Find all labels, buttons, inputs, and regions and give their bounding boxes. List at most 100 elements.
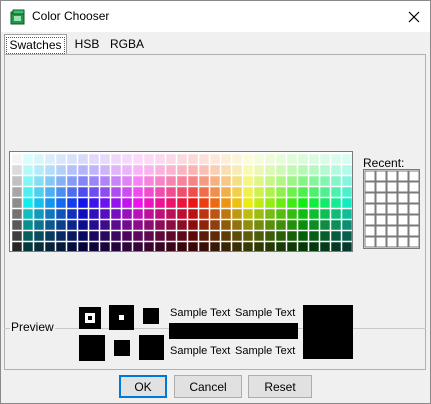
- swatch-cell[interactable]: [264, 197, 276, 209]
- swatch-cell[interactable]: [132, 175, 144, 187]
- swatch-cell[interactable]: [132, 230, 144, 242]
- swatch-cell[interactable]: [198, 208, 210, 220]
- swatch-cell[interactable]: [11, 164, 23, 176]
- swatch-cell[interactable]: [66, 241, 78, 252]
- swatch-cell[interactable]: [143, 153, 155, 165]
- swatch-cell[interactable]: [253, 153, 265, 165]
- recent-swatch-cell[interactable]: [375, 170, 387, 182]
- swatch-cell[interactable]: [99, 175, 111, 187]
- cancel-button[interactable]: Cancel: [174, 375, 242, 398]
- swatch-cell[interactable]: [33, 186, 45, 198]
- swatch-cell[interactable]: [286, 186, 298, 198]
- swatch-cell[interactable]: [308, 153, 320, 165]
- swatch-cell[interactable]: [308, 175, 320, 187]
- swatch-cell[interactable]: [330, 175, 342, 187]
- swatch-cell[interactable]: [55, 241, 67, 252]
- swatch-cell[interactable]: [88, 153, 100, 165]
- swatch-cell[interactable]: [33, 164, 45, 176]
- swatch-cell[interactable]: [242, 197, 254, 209]
- swatch-cell[interactable]: [198, 197, 210, 209]
- swatch-cell[interactable]: [220, 175, 232, 187]
- swatch-cell[interactable]: [143, 219, 155, 231]
- swatch-cell[interactable]: [275, 175, 287, 187]
- swatch-cell[interactable]: [330, 186, 342, 198]
- swatch-cell[interactable]: [132, 208, 144, 220]
- swatch-cell[interactable]: [121, 175, 133, 187]
- swatch-cell[interactable]: [154, 219, 166, 231]
- swatch-cell[interactable]: [275, 241, 287, 252]
- swatch-cell[interactable]: [319, 175, 331, 187]
- swatch-cell[interactable]: [209, 219, 221, 231]
- swatch-cell[interactable]: [143, 241, 155, 252]
- swatch-cell[interactable]: [319, 219, 331, 231]
- swatch-cell[interactable]: [110, 208, 122, 220]
- swatch-cell[interactable]: [11, 208, 23, 220]
- swatch-cell[interactable]: [66, 197, 78, 209]
- swatch-cell[interactable]: [55, 164, 67, 176]
- swatch-cell[interactable]: [330, 230, 342, 242]
- swatch-cell[interactable]: [242, 164, 254, 176]
- swatch-cell[interactable]: [253, 186, 265, 198]
- recent-swatch-cell[interactable]: [375, 225, 387, 237]
- swatch-cell[interactable]: [275, 230, 287, 242]
- swatch-cell[interactable]: [187, 175, 199, 187]
- ok-button[interactable]: OK: [119, 375, 167, 398]
- swatch-cell[interactable]: [275, 164, 287, 176]
- swatch-cell[interactable]: [308, 208, 320, 220]
- swatch-cell[interactable]: [341, 164, 352, 176]
- swatch-cell[interactable]: [44, 153, 56, 165]
- swatch-cell[interactable]: [198, 219, 210, 231]
- swatch-cell[interactable]: [308, 241, 320, 252]
- swatch-cell[interactable]: [22, 153, 34, 165]
- swatch-cell[interactable]: [132, 186, 144, 198]
- swatch-cell[interactable]: [132, 153, 144, 165]
- recent-swatch-grid[interactable]: [363, 169, 420, 249]
- recent-swatch-cell[interactable]: [408, 181, 419, 193]
- swatch-cell[interactable]: [330, 208, 342, 220]
- swatch-cell[interactable]: [154, 175, 166, 187]
- tab-hsb[interactable]: HSB: [69, 35, 105, 54]
- recent-swatch-cell[interactable]: [364, 181, 376, 193]
- swatch-cell[interactable]: [231, 186, 243, 198]
- swatch-cell[interactable]: [297, 186, 309, 198]
- swatch-cell[interactable]: [176, 208, 188, 220]
- swatch-cell[interactable]: [99, 164, 111, 176]
- swatch-cell[interactable]: [44, 197, 56, 209]
- close-button[interactable]: [398, 1, 430, 32]
- recent-swatch-cell[interactable]: [386, 203, 398, 215]
- swatch-cell[interactable]: [308, 186, 320, 198]
- swatch-cell[interactable]: [121, 208, 133, 220]
- swatch-cell[interactable]: [231, 197, 243, 209]
- swatch-cell[interactable]: [198, 153, 210, 165]
- swatch-cell[interactable]: [308, 164, 320, 176]
- swatch-cell[interactable]: [220, 153, 232, 165]
- swatch-cell[interactable]: [22, 208, 34, 220]
- swatch-cell[interactable]: [176, 241, 188, 252]
- swatch-cell[interactable]: [231, 208, 243, 220]
- swatch-cell[interactable]: [154, 241, 166, 252]
- swatch-cell[interactable]: [242, 208, 254, 220]
- swatch-cell[interactable]: [165, 186, 177, 198]
- swatch-cell[interactable]: [264, 208, 276, 220]
- swatch-cell[interactable]: [55, 230, 67, 242]
- swatch-cell[interactable]: [77, 175, 89, 187]
- swatch-cell[interactable]: [286, 153, 298, 165]
- swatch-cell[interactable]: [187, 153, 199, 165]
- swatch-cell[interactable]: [231, 164, 243, 176]
- swatch-cell[interactable]: [44, 164, 56, 176]
- recent-swatch-cell[interactable]: [364, 170, 376, 182]
- swatch-cell[interactable]: [297, 219, 309, 231]
- swatch-cell[interactable]: [253, 241, 265, 252]
- swatch-cell[interactable]: [121, 164, 133, 176]
- swatch-cell[interactable]: [66, 175, 78, 187]
- swatch-cell[interactable]: [44, 175, 56, 187]
- swatch-cell[interactable]: [165, 164, 177, 176]
- swatch-cell[interactable]: [143, 186, 155, 198]
- recent-swatch-cell[interactable]: [375, 181, 387, 193]
- recent-swatch-cell[interactable]: [375, 236, 387, 248]
- swatch-cell[interactable]: [165, 230, 177, 242]
- swatch-cell[interactable]: [187, 164, 199, 176]
- recent-swatch-cell[interactable]: [375, 203, 387, 215]
- swatch-cell[interactable]: [286, 230, 298, 242]
- swatch-cell[interactable]: [297, 230, 309, 242]
